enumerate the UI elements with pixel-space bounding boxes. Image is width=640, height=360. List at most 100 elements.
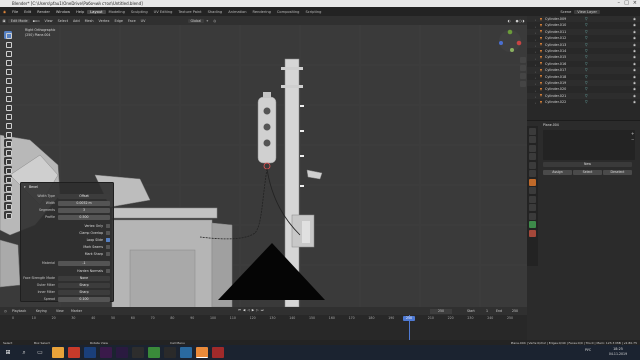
material-slot-list[interactable] xyxy=(543,130,635,160)
tab-uv-editing[interactable]: UV Editing xyxy=(151,10,176,14)
loop-cut-icon[interactable] xyxy=(4,139,12,147)
tab-shading[interactable]: Shading xyxy=(205,10,226,14)
face-strength-dropdown[interactable]: None xyxy=(58,275,110,281)
measure-icon[interactable] xyxy=(4,94,12,102)
rip-region-icon[interactable] xyxy=(4,211,12,219)
output-tab-icon[interactable] xyxy=(529,144,536,152)
current-frame-field[interactable]: 250 xyxy=(430,308,452,314)
annotate-icon[interactable] xyxy=(4,85,12,93)
select-mode-vertex-icon[interactable]: ▪▫▫ xyxy=(30,19,42,23)
clamp-overlap-checkbox[interactable] xyxy=(106,231,110,235)
perspective-toggle-icon[interactable] xyxy=(520,81,526,87)
pan-icon[interactable] xyxy=(520,65,526,71)
vertex-only-checkbox[interactable] xyxy=(106,224,110,228)
menu-render[interactable]: Render xyxy=(34,10,53,14)
timeline-menu-marker[interactable]: Marker xyxy=(71,309,82,313)
overlay-icon[interactable]: ◐ xyxy=(505,19,513,23)
add-slot-icon[interactable]: + xyxy=(631,131,634,136)
viewport-menu-view[interactable]: View xyxy=(42,19,55,23)
scale-icon[interactable] xyxy=(4,67,12,75)
mark-seams-checkbox[interactable] xyxy=(106,245,110,249)
spreadsheet-icon[interactable] xyxy=(148,347,160,358)
constraints-tab-icon[interactable] xyxy=(529,212,536,220)
mark-sharp-checkbox[interactable] xyxy=(106,252,110,256)
width-field[interactable]: 0.0052 m xyxy=(58,200,110,206)
tab-texture-paint[interactable]: Texture Paint xyxy=(175,10,204,14)
cursor-icon[interactable] xyxy=(4,40,12,48)
viewport-menu-select[interactable]: Select xyxy=(55,19,70,23)
outliner-item[interactable]: › Cylinder.022 ▽ ◉ xyxy=(527,99,640,105)
recorder-icon[interactable] xyxy=(212,347,224,358)
snap-icon[interactable]: ⌖ xyxy=(204,19,211,23)
app-icon[interactable] xyxy=(132,347,144,358)
mode-selector[interactable]: Edit Mode xyxy=(8,18,31,23)
add-cube-icon[interactable] xyxy=(4,103,12,111)
material-field[interactable]: -1 xyxy=(58,260,110,266)
move-icon[interactable] xyxy=(4,49,12,57)
modifier-tab-icon[interactable] xyxy=(529,187,536,194)
tab-animation[interactable]: Animation xyxy=(225,10,249,14)
photoshop-icon[interactable] xyxy=(84,347,96,358)
width-type-dropdown[interactable]: Offset xyxy=(58,193,110,199)
eye-icon[interactable]: ◉ xyxy=(633,99,636,105)
render-tab-icon[interactable] xyxy=(529,136,536,143)
menu-edit[interactable]: Edit xyxy=(21,10,34,14)
knife-icon[interactable] xyxy=(4,148,12,156)
bevel-icon[interactable] xyxy=(4,130,12,138)
search-icon[interactable]: ⌕ xyxy=(18,347,30,358)
end-frame-field[interactable]: 250 xyxy=(512,309,518,313)
browser-icon[interactable] xyxy=(68,347,80,358)
object-tab-icon[interactable] xyxy=(529,178,536,186)
loop-slide-checkbox[interactable] xyxy=(106,238,110,242)
view-layer-selector[interactable]: View Layer xyxy=(574,9,600,14)
media-icon[interactable] xyxy=(164,347,176,358)
scene-selector[interactable]: Scene xyxy=(557,10,574,14)
tab-scripting[interactable]: Scripting xyxy=(302,10,324,14)
deselect-button[interactable]: Deselect xyxy=(603,170,632,175)
premiere-icon[interactable] xyxy=(100,347,112,358)
after-effects-icon[interactable] xyxy=(116,347,128,358)
edge-slide-icon[interactable] xyxy=(4,184,12,192)
menu-help[interactable]: Help xyxy=(73,10,87,14)
profile-field[interactable]: 0.500 xyxy=(58,214,110,220)
select-box-icon[interactable] xyxy=(4,31,12,39)
new-material-button[interactable]: New xyxy=(543,162,632,167)
select-button[interactable]: Select xyxy=(573,170,602,175)
shear-icon[interactable] xyxy=(4,202,12,210)
editor-type-icon[interactable]: ▣ xyxy=(0,19,8,23)
transform-orientation[interactable]: Global xyxy=(187,18,204,23)
maximize-icon[interactable]: □ xyxy=(624,0,629,7)
task-view-icon[interactable]: ▭ xyxy=(34,347,46,358)
smooth-icon[interactable] xyxy=(4,175,12,183)
world-tab-icon[interactable] xyxy=(529,170,536,177)
explorer-icon[interactable] xyxy=(52,347,64,358)
blender-taskbar-icon[interactable] xyxy=(196,347,208,358)
clock-date[interactable]: 04.11.2019 xyxy=(605,352,631,356)
inner-miter-dropdown[interactable]: Sharp xyxy=(58,289,110,295)
remove-slot-icon[interactable]: − xyxy=(631,137,634,142)
viewport-menu-uv[interactable]: UV xyxy=(138,19,148,23)
minimize-icon[interactable]: – xyxy=(618,0,621,7)
physics-tab-icon[interactable] xyxy=(529,204,536,211)
menu-file[interactable]: File xyxy=(9,10,21,14)
playhead-frame[interactable]: 250 xyxy=(403,316,415,321)
proportional-edit-icon[interactable]: ◎ xyxy=(211,19,219,23)
collapse-arrow-icon[interactable]: ▾ xyxy=(24,184,26,190)
tab-sculpting[interactable]: Sculpting xyxy=(128,10,151,14)
menu-window[interactable]: Window xyxy=(53,10,73,14)
blender-logo-icon[interactable]: ◉ xyxy=(0,10,9,14)
view-layer-tab-icon[interactable] xyxy=(529,153,536,160)
harden-normals-checkbox[interactable] xyxy=(106,269,110,273)
playback-controls[interactable]: ⏮ ◀ ◁ ▶ ▷ ⏭ xyxy=(238,308,264,312)
viewport-menu-face[interactable]: Face xyxy=(126,19,139,23)
extrude-icon[interactable] xyxy=(4,112,12,120)
spin-icon[interactable] xyxy=(4,166,12,174)
scene-tab-icon[interactable] xyxy=(529,161,536,169)
inset-icon[interactable] xyxy=(4,121,12,129)
tab-modeling[interactable]: Modeling xyxy=(106,10,128,14)
material-tab-icon[interactable] xyxy=(529,229,536,237)
viewport-menu-mesh[interactable]: Mesh xyxy=(82,19,96,23)
clock-time[interactable]: 18:25 xyxy=(605,347,631,351)
timeline-editor-icon[interactable]: ◷ xyxy=(4,309,7,313)
segments-field[interactable]: 3 xyxy=(58,207,110,213)
